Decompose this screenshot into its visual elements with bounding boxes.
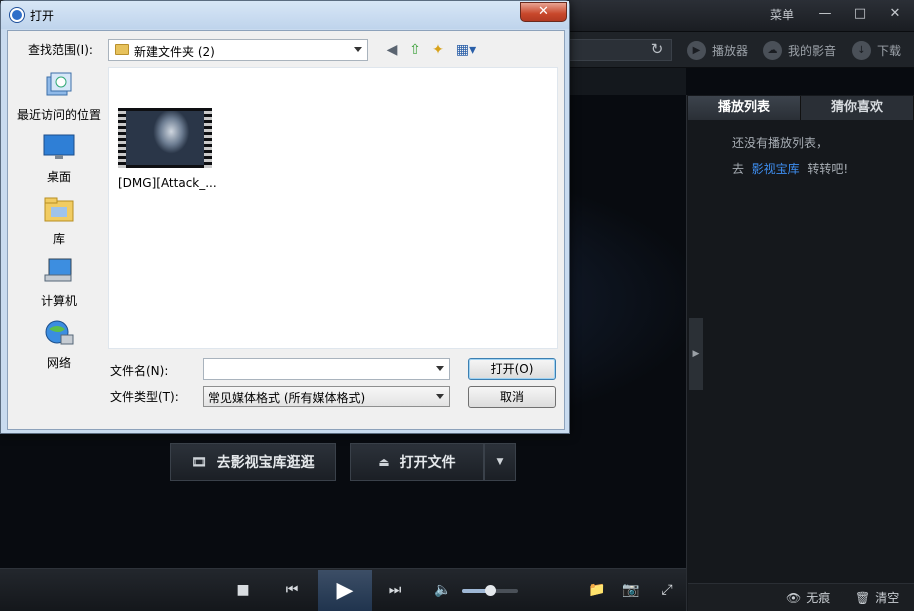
place-recent-label: 最近访问的位置 xyxy=(16,108,101,122)
network-icon xyxy=(45,320,74,345)
current-folder: 新建文件夹 (2) xyxy=(134,45,215,59)
open-file-dropdown[interactable]: ▼ xyxy=(484,443,516,481)
app-icon xyxy=(10,8,24,22)
place-network[interactable]: 网络 xyxy=(13,319,105,371)
minimize-icon[interactable]: — xyxy=(813,4,837,24)
stop-icon[interactable]: ■ xyxy=(228,575,258,605)
filename-combo[interactable] xyxy=(203,358,450,380)
file-item-thumbnail[interactable] xyxy=(118,108,212,168)
place-computer-label: 计算机 xyxy=(40,294,77,308)
volume-icon[interactable]: 🔈 xyxy=(428,575,458,605)
no-trace-button[interactable]: 👁 无痕 xyxy=(786,589,830,606)
film-perforation xyxy=(204,108,212,168)
nav-player-button[interactable]: ▶ 播放器 xyxy=(687,40,748,60)
close-icon[interactable]: ✕ xyxy=(883,4,907,24)
eye-icon: 👁 xyxy=(786,590,802,605)
nav-download-button[interactable]: ↓ 下载 xyxy=(852,40,901,60)
volume-knob[interactable] xyxy=(485,585,496,596)
film-icon: 🎞 xyxy=(191,455,207,469)
empty-go-text: 去 xyxy=(732,162,745,176)
download-icon: ↓ xyxy=(852,40,871,60)
place-libraries[interactable]: 库 xyxy=(13,195,105,247)
places-bar: 最近访问的位置 桌面 库 计算机 网络 xyxy=(13,67,105,370)
view-menu-icon[interactable]: ▦▾ xyxy=(453,41,479,59)
nav-my-video-label: 我的影音 xyxy=(788,43,837,58)
go-library-button[interactable]: 🎞 去影视宝库逛逛 xyxy=(170,443,336,481)
trash-icon: 🗑 xyxy=(855,590,871,605)
sidebar-tabs: 播放列表 猜你喜欢 xyxy=(688,96,914,120)
folder-icon xyxy=(115,44,129,55)
empty-line-2: 去 影视宝库 转转吧! xyxy=(732,156,848,182)
open-file-label: 打开文件 xyxy=(399,455,456,471)
tab-recommend[interactable]: 猜你喜欢 xyxy=(801,96,914,120)
tab-playlist[interactable]: 播放列表 xyxy=(688,96,801,120)
maximize-icon[interactable]: □ xyxy=(848,4,872,24)
look-in-combo[interactable]: 新建文件夹 (2) xyxy=(108,39,368,61)
dialog-title: 打开 xyxy=(30,9,55,23)
open-file-button[interactable]: ⏏ 打开文件 xyxy=(350,443,484,481)
empty-after-text: 转转吧! xyxy=(807,162,849,176)
clear-label: 清空 xyxy=(875,591,900,605)
play-icon[interactable]: ▶ xyxy=(318,570,372,611)
nav-download-label: 下载 xyxy=(877,43,902,58)
library-link[interactable]: 影视宝库 xyxy=(752,162,800,176)
place-desktop-label: 桌面 xyxy=(46,170,71,184)
nav-my-video-button[interactable]: ☁ 我的影音 xyxy=(763,40,836,60)
sidebar-collapse-handle[interactable]: ▶ xyxy=(689,318,703,390)
filetype-combo[interactable]: 常见媒体格式 (所有媒体格式) xyxy=(203,386,450,407)
look-in-label: 查找范围(I): xyxy=(28,43,93,57)
computer-icon xyxy=(44,258,72,282)
play-circle-icon: ▶ xyxy=(687,40,706,60)
file-item-name[interactable]: [DMG][Attack_... xyxy=(118,176,217,190)
nav-player-label: 播放器 xyxy=(712,43,749,58)
open-file-dialog: 打开 ✕ 查找范围(I): 新建文件夹 (2) ◀ ⇧ ✦ ▦▾ 最近访问的位置… xyxy=(0,0,570,434)
chevron-down-icon xyxy=(436,394,444,399)
cloud-icon: ☁ xyxy=(763,40,782,60)
chevron-down-icon: ▼ xyxy=(496,457,504,467)
filename-label: 文件名(N): xyxy=(110,364,169,378)
fullscreen-icon[interactable]: ⤢ xyxy=(652,575,682,605)
chevron-down-icon xyxy=(436,366,444,371)
place-network-label: 网络 xyxy=(46,356,71,370)
film-perforation xyxy=(118,108,126,168)
go-library-label: 去影视宝库逛逛 xyxy=(216,455,315,471)
filetype-label: 文件类型(T): xyxy=(110,390,179,404)
dialog-close-icon[interactable]: ✕ xyxy=(520,2,567,22)
playlist-empty-message: 还没有播放列表， 去 影视宝库 转转吧! xyxy=(732,130,848,182)
clear-button[interactable]: 🗑 清空 xyxy=(855,589,899,606)
desktop-icon xyxy=(43,134,75,159)
folder-icon[interactable]: 📁 xyxy=(582,575,612,605)
new-folder-icon[interactable]: ✦ xyxy=(429,41,447,59)
eject-icon: ⏏ xyxy=(378,455,390,469)
video-thumbnail-image xyxy=(126,111,204,165)
no-trace-label: 无痕 xyxy=(806,591,831,605)
place-computer[interactable]: 计算机 xyxy=(13,257,105,309)
libraries-icon xyxy=(44,197,74,222)
place-desktop[interactable]: 桌面 xyxy=(13,133,105,185)
place-recent[interactable]: 最近访问的位置 xyxy=(13,71,105,123)
empty-line-1: 还没有播放列表， xyxy=(732,136,829,150)
previous-icon[interactable]: ⏮ xyxy=(277,575,307,605)
recent-places-icon xyxy=(46,72,72,96)
filetype-value: 常见媒体格式 (所有媒体格式) xyxy=(208,391,366,405)
file-list-view[interactable]: [DMG][Attack_... xyxy=(108,67,558,349)
next-icon[interactable]: ⏭ xyxy=(380,575,410,605)
cancel-button[interactable]: 取消 xyxy=(468,386,556,408)
open-button[interactable]: 打开(O) xyxy=(468,358,556,380)
up-folder-icon[interactable]: ⇧ xyxy=(406,41,424,59)
place-libraries-label: 库 xyxy=(52,232,65,246)
back-icon[interactable]: ◀ xyxy=(383,41,401,59)
dialog-title-bar: 打开 ✕ xyxy=(1,1,569,29)
player-menu-button[interactable]: 菜单 xyxy=(770,6,794,23)
chevron-down-icon xyxy=(354,47,362,52)
refresh-icon[interactable]: ↻ xyxy=(648,40,666,58)
camera-icon[interactable]: 📷 xyxy=(616,575,646,605)
